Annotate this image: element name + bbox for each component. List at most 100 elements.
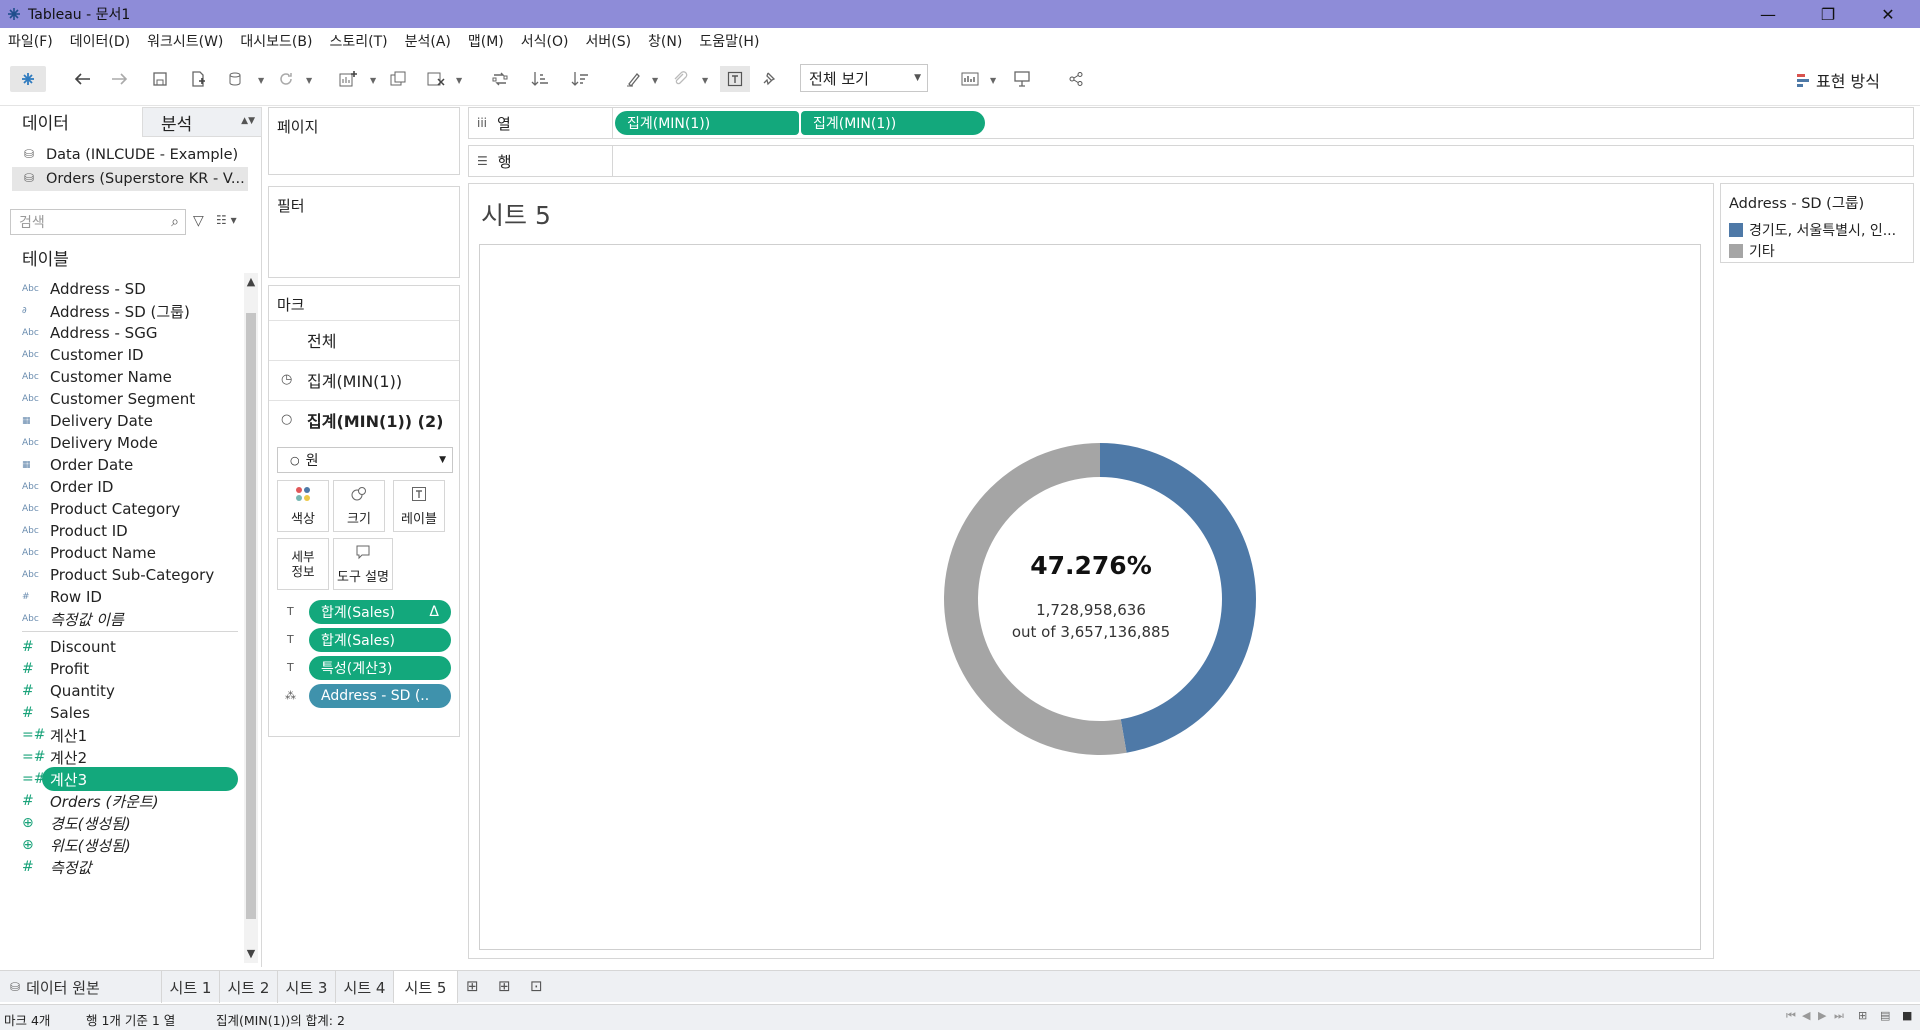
field-item[interactable]: Abc Product Category (22, 497, 238, 521)
color-button[interactable]: 색상 (277, 480, 329, 532)
tab-sheet-2[interactable]: 시트 2 (220, 971, 278, 1003)
field-item[interactable]: Abc Product Name (22, 541, 238, 565)
view-options-icon[interactable]: ☷ ▾ (216, 213, 237, 227)
tab-sheet-1[interactable]: 시트 1 (162, 971, 220, 1003)
field-item[interactable]: Abc Order ID (22, 475, 238, 499)
clear-sheet-icon[interactable] (424, 66, 448, 92)
marks-layer-2[interactable]: ○ 집계(MIN(1)) (2) (269, 400, 459, 438)
field-item[interactable]: ⊕ 경도(생성됨) (22, 811, 238, 835)
field-item[interactable]: # Discount (22, 635, 238, 659)
next-sheet-icon[interactable]: ▶ (1818, 1009, 1826, 1022)
new-data-source-icon[interactable] (186, 66, 210, 92)
donut-slice-2[interactable] (944, 443, 1127, 755)
field-item[interactable]: # Orders (카운트) (22, 789, 238, 813)
new-story-icon[interactable]: ⊡ (530, 977, 543, 995)
highlight-icon[interactable] (622, 66, 646, 92)
field-item[interactable]: =# 계산2 (22, 745, 238, 769)
show-sheet-sorter-icon[interactable]: ⊞ (1858, 1009, 1867, 1022)
show-cards-icon[interactable] (958, 66, 982, 92)
tab-data[interactable]: 데이터 (0, 107, 142, 137)
field-item-selected[interactable]: =# 계산3 (22, 767, 238, 791)
menu-map[interactable]: 맵(M) (468, 31, 504, 51)
field-item[interactable]: Abc Customer ID (22, 343, 238, 367)
tab-sheet-4[interactable]: 시트 4 (336, 971, 394, 1003)
menu-data[interactable]: 데이터(D) (70, 31, 130, 51)
datasource-item[interactable]: ⛁ Data (INLCUDE - Example) (12, 143, 248, 167)
field-item[interactable]: ∂ Address - SD (그룹) (22, 299, 238, 323)
undo-icon[interactable] (70, 66, 94, 92)
mark-type-dropdown[interactable]: ○ 원 ▼ (277, 447, 453, 473)
field-item[interactable]: Abc Customer Name (22, 365, 238, 389)
start-page-icon[interactable] (10, 66, 46, 92)
menu-worksheet[interactable]: 워크시트(W) (147, 31, 223, 51)
new-worksheet-icon[interactable] (336, 66, 360, 92)
field-item[interactable]: # Sales (22, 701, 238, 725)
rows-shelf[interactable]: ☰ 행 (468, 145, 1914, 177)
menu-analysis[interactable]: 분석(A) (405, 31, 451, 51)
field-item[interactable]: Abc Address - SD (22, 277, 238, 301)
pill-sum-sales-delta[interactable]: 합계(Sales) Δ (309, 600, 451, 624)
show-me-button[interactable]: 표현 방식 (1796, 68, 1880, 92)
column-pill-2[interactable]: 집계(MIN(1)) (801, 111, 985, 135)
show-filmstrip-icon[interactable]: ▤ (1880, 1009, 1890, 1022)
viz-area[interactable]: 47.276% 1,728,958,636 out of 3,657,136,8… (479, 244, 1701, 950)
pill-sum-sales[interactable]: 합계(Sales) (309, 628, 451, 652)
field-item[interactable]: ▦ Order Date (22, 453, 238, 477)
previous-sheet-icon[interactable]: ◀ (1802, 1009, 1810, 1022)
tab-sheet-3[interactable]: 시트 3 (278, 971, 336, 1003)
field-item[interactable]: ▦ Delivery Date (22, 409, 238, 433)
detail-button[interactable]: 세부 정보 (277, 538, 329, 590)
field-item[interactable]: # Profit (22, 657, 238, 681)
swap-rows-columns-icon[interactable] (488, 66, 512, 92)
scroll-up-icon[interactable]: ▲ (244, 275, 258, 288)
pill-address-sd-group[interactable]: Address - SD (.. (309, 684, 451, 708)
last-sheet-icon[interactable]: ⏭ (1834, 1009, 1844, 1023)
save-icon[interactable] (148, 66, 172, 92)
field-item[interactable]: Abc Delivery Mode (22, 431, 238, 455)
donut-slice-1[interactable] (1100, 443, 1257, 753)
show-cards-caret-icon[interactable]: ▼ (990, 76, 996, 85)
maximize-button[interactable]: ❐ (1800, 0, 1856, 28)
legend-item[interactable]: 기타 (1729, 241, 1909, 261)
columns-shelf[interactable]: iii 열 집계(MIN(1)) 집계(MIN(1)) (468, 107, 1914, 139)
menu-dashboard[interactable]: 대시보드(B) (240, 31, 312, 51)
new-worksheet-icon[interactable]: ⊞ (466, 977, 479, 995)
pages-shelf[interactable]: 페이지 (268, 107, 460, 175)
tab-sheet-5[interactable]: 시트 5 (394, 971, 458, 1003)
field-item[interactable]: Abc Customer Segment (22, 387, 238, 411)
scroll-down-icon[interactable]: ▼ (244, 947, 258, 960)
group-members-caret-icon[interactable]: ▼ (702, 76, 708, 85)
menu-server[interactable]: 서버(S) (585, 31, 631, 51)
menu-window[interactable]: 창(N) (648, 31, 682, 51)
close-button[interactable]: ✕ (1860, 0, 1916, 28)
new-dashboard-icon[interactable]: ⊞ (498, 977, 511, 995)
refresh-icon[interactable] (274, 66, 298, 92)
first-sheet-icon[interactable]: ⏮ (1786, 1009, 1796, 1023)
show-mark-labels-icon[interactable] (720, 66, 750, 92)
filters-shelf[interactable]: 필터 (268, 186, 460, 278)
new-worksheet-caret-icon[interactable]: ▼ (370, 76, 376, 85)
tab-analysis[interactable]: 분석 ▲▼ (142, 107, 262, 137)
show-tabs-icon[interactable]: ■ (1902, 1009, 1912, 1022)
legend-item[interactable]: 경기도, 서울특별시, 인... (1729, 220, 1909, 240)
redo-icon[interactable] (108, 66, 132, 92)
field-item[interactable]: # Row ID (22, 585, 238, 609)
field-item[interactable]: Abc 측정값 이름 (22, 607, 238, 631)
sheet-title[interactable]: 시트 5 (481, 196, 551, 232)
presentation-mode-icon[interactable] (1010, 66, 1034, 92)
size-button[interactable]: 크기 (333, 480, 385, 532)
datasource-item-active[interactable]: ⛁ Orders (Superstore KR - V... (12, 167, 248, 191)
pause-updates-icon[interactable] (224, 66, 248, 92)
field-item[interactable]: Abc Address - SGG (22, 321, 238, 345)
marks-all-tab[interactable]: 전체 (269, 320, 459, 358)
field-item[interactable]: ⊕ 위도(생성됨) (22, 833, 238, 857)
field-item[interactable]: Abc Product Sub-Category (22, 563, 238, 587)
share-icon[interactable] (1064, 66, 1088, 92)
highlight-caret-icon[interactable]: ▼ (652, 76, 658, 85)
refresh-caret-icon[interactable]: ▼ (306, 76, 312, 85)
search-input[interactable]: 검색 ⌕ (10, 209, 186, 235)
fit-dropdown[interactable]: 전체 보기 ▼ (800, 64, 928, 92)
label-button[interactable]: 레이블 (393, 480, 445, 532)
menu-file[interactable]: 파일(F) (8, 31, 53, 51)
field-item[interactable]: =# 계산1 (22, 723, 238, 747)
